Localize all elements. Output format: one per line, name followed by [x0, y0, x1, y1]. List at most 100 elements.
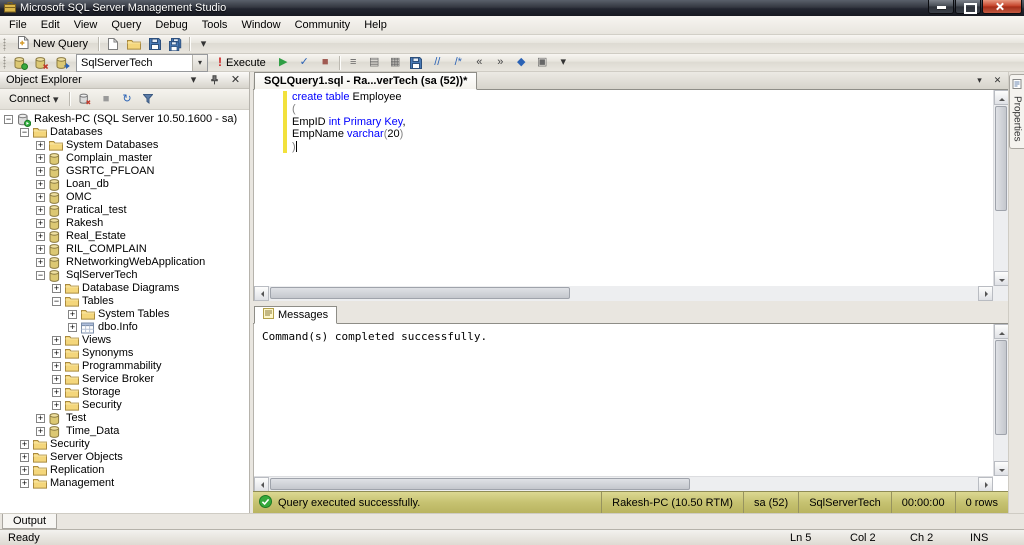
tree-node[interactable]: + dbo.Info [0, 321, 249, 334]
open-folder-icon[interactable] [123, 36, 144, 53]
tree-node[interactable]: + Management [0, 477, 249, 490]
debug-icon[interactable]: ▶ [273, 54, 294, 71]
scrollbar-thumb[interactable] [270, 287, 570, 299]
toolbar-overflow-icon[interactable]: ▾ [193, 36, 214, 53]
expand-toggle-icon[interactable]: + [36, 206, 45, 215]
tree-node[interactable]: + Loan_db [0, 178, 249, 191]
sql-editor[interactable]: create table Employee(EmpID int Primary … [253, 90, 1008, 286]
expand-toggle-icon[interactable]: + [36, 154, 45, 163]
disconnect-server-icon[interactable] [75, 91, 96, 108]
menu-community[interactable]: Community [288, 16, 358, 35]
collapse-toggle-icon[interactable]: − [52, 297, 61, 306]
expand-toggle-icon[interactable]: + [20, 466, 29, 475]
intellisense-icon[interactable]: ◆ [511, 54, 532, 71]
expand-toggle-icon[interactable]: + [20, 453, 29, 462]
tree-node[interactable]: + RNetworkingWebApplication [0, 256, 249, 269]
menu-help[interactable]: Help [357, 16, 394, 35]
maximize-button[interactable] [955, 0, 981, 14]
expand-toggle-icon[interactable]: + [36, 219, 45, 228]
change-connection-icon[interactable] [52, 54, 73, 71]
outdent-icon[interactable]: « [469, 54, 490, 71]
indent-icon[interactable]: » [490, 54, 511, 71]
tree-node[interactable]: + Server Objects [0, 451, 249, 464]
sqlcmd-icon[interactable]: ≡ [343, 54, 364, 71]
expand-toggle-icon[interactable]: + [52, 362, 61, 371]
menu-window[interactable]: Window [234, 16, 287, 35]
menu-file[interactable]: File [2, 16, 34, 35]
tree-node[interactable]: + RIL_COMPLAIN [0, 243, 249, 256]
connect-button[interactable]: Connect ▾ [4, 91, 64, 108]
tree-node[interactable]: + Rakesh [0, 217, 249, 230]
close-tab-icon[interactable]: ✕ [990, 74, 1005, 87]
tree-node[interactable]: + Security [0, 438, 249, 451]
scrollbar-track[interactable] [269, 286, 978, 301]
close-icon[interactable]: ✕ [225, 72, 246, 89]
scrollbar-thumb[interactable] [270, 478, 690, 490]
scroll-down-icon[interactable] [994, 461, 1008, 476]
disconnect-icon[interactable] [31, 54, 52, 71]
menu-view[interactable]: View [67, 16, 105, 35]
cancel-query-icon[interactable]: ■ [315, 54, 336, 71]
expand-toggle-icon[interactable]: + [36, 414, 45, 423]
refresh-icon[interactable]: ↻ [117, 91, 138, 108]
execute-button[interactable]: ! Execute [211, 54, 273, 71]
tree-node[interactable]: + Replication [0, 464, 249, 477]
menu-tools[interactable]: Tools [195, 16, 235, 35]
code-area[interactable]: create table Employee(EmpID int Primary … [292, 91, 406, 153]
expand-toggle-icon[interactable]: + [36, 193, 45, 202]
menu-query[interactable]: Query [104, 16, 148, 35]
expand-toggle-icon[interactable]: + [52, 401, 61, 410]
results-file-icon[interactable] [406, 54, 427, 71]
messages-tab[interactable]: Messages [254, 306, 338, 324]
properties-tab[interactable]: Properties [1009, 74, 1024, 149]
collapse-toggle-icon[interactable]: − [36, 271, 45, 280]
tree-node[interactable]: + Programmability [0, 360, 249, 373]
available-databases-dropdown[interactable]: SqlServerTech ▾ [76, 53, 208, 72]
tree-node[interactable]: − SqlServerTech [0, 269, 249, 282]
parse-icon[interactable]: ✓ [294, 54, 315, 71]
menu-edit[interactable]: Edit [34, 16, 67, 35]
expand-toggle-icon[interactable]: + [36, 180, 45, 189]
filter-icon[interactable] [138, 91, 159, 108]
tree-node[interactable]: + Database Diagrams [0, 282, 249, 295]
scroll-up-icon[interactable] [994, 324, 1008, 339]
comment-icon[interactable]: // [427, 54, 448, 71]
expand-toggle-icon[interactable]: + [68, 310, 77, 319]
expand-toggle-icon[interactable]: + [36, 245, 45, 254]
messages-vertical-scrollbar[interactable] [993, 324, 1008, 476]
tree-node[interactable]: + OMC [0, 191, 249, 204]
save-all-icon[interactable] [165, 36, 186, 53]
editor-vertical-scrollbar[interactable] [993, 90, 1008, 286]
menu-debug[interactable]: Debug [148, 16, 194, 35]
expand-toggle-icon[interactable]: + [68, 323, 77, 332]
toolbar-grip[interactable] [3, 37, 6, 51]
expand-toggle-icon[interactable]: + [52, 375, 61, 384]
toolbar-grip[interactable] [3, 56, 6, 69]
snippets-icon[interactable]: ▣ [532, 54, 553, 71]
expand-toggle-icon[interactable]: + [52, 349, 61, 358]
tree-node[interactable]: + Pratical_test [0, 204, 249, 217]
tree-node[interactable]: − Databases [0, 126, 249, 139]
scroll-up-icon[interactable] [994, 90, 1008, 105]
scrollbar-thumb[interactable] [995, 106, 1007, 211]
tree-node[interactable]: + Complain_master [0, 152, 249, 165]
tree-node[interactable]: + Views [0, 334, 249, 347]
tree-node[interactable]: + GSRTC_PFLOAN [0, 165, 249, 178]
chevron-down-icon[interactable]: ▾ [183, 72, 204, 89]
scroll-right-icon[interactable] [978, 286, 993, 301]
stop-process-icon[interactable]: ■ [96, 91, 117, 108]
expand-toggle-icon[interactable]: + [52, 336, 61, 345]
tree-node[interactable]: + Security [0, 399, 249, 412]
minimize-button[interactable] [928, 0, 954, 14]
close-button[interactable] [982, 0, 1022, 14]
results-text-icon[interactable]: ▤ [364, 54, 385, 71]
sql-document-tab[interactable]: SQLQuery1.sql - Ra...verTech (sa (52))* [254, 72, 478, 90]
scroll-down-icon[interactable] [994, 271, 1008, 286]
tree-node[interactable]: + System Tables [0, 308, 249, 321]
scrollbar-track[interactable] [269, 477, 978, 491]
expand-toggle-icon[interactable]: + [20, 479, 29, 488]
doc-icon[interactable] [102, 36, 123, 53]
expand-toggle-icon[interactable]: + [36, 258, 45, 267]
output-tab[interactable]: Output [2, 514, 58, 529]
messages-horizontal-scrollbar[interactable] [254, 476, 993, 491]
